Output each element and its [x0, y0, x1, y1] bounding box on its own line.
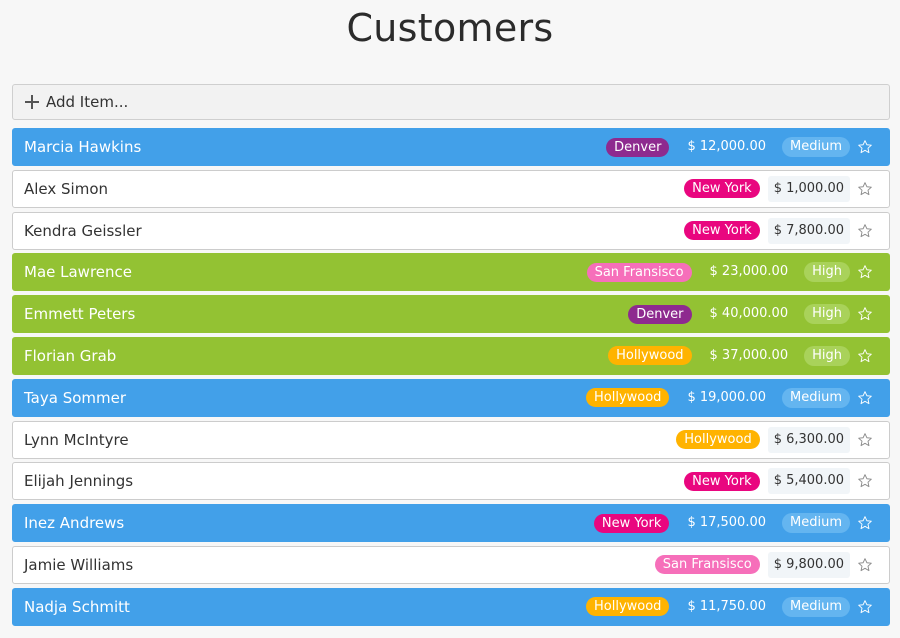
amount-value: $ 40,000.00 [709, 306, 789, 322]
add-item-button[interactable]: Add Item... [12, 84, 890, 120]
amount-value: $ 7,800.00 [767, 217, 850, 244]
star-icon[interactable] [857, 432, 873, 448]
city-badge: New York [593, 513, 670, 533]
star-icon[interactable] [857, 139, 873, 155]
customer-name: Jamie Williams [24, 555, 134, 574]
customer-name: Marcia Hawkins [24, 138, 142, 156]
amount-value: $ 6,300.00 [767, 426, 850, 453]
customer-name: Alex Simon [24, 179, 109, 198]
star-icon[interactable] [857, 390, 873, 406]
priority-badge: High [804, 304, 850, 325]
customer-name: Taya Sommer [24, 388, 127, 407]
city-badge: New York [684, 221, 760, 241]
customer-row[interactable]: Florian Grab Hollywood $ 37,000.00 High [12, 336, 890, 375]
customer-row[interactable]: Alex Simon New York $ 1,000.00 [12, 169, 890, 208]
customer-row[interactable]: Nadja Schmitt Hollywood $ 11,750.00 Medium [12, 587, 890, 626]
city-badge: Denver [606, 137, 670, 157]
customer-row[interactable]: Elijah Jennings New York $ 5,400.00 [12, 462, 890, 501]
amount-value: $ 5,400.00 [767, 468, 850, 495]
customer-name: Florian Grab [24, 346, 117, 365]
amount-value: $ 17,500.00 [687, 515, 767, 531]
amount-value: $ 12,000.00 [687, 139, 767, 154]
customer-list: Marcia Hawkins Denver $ 12,000.00 Medium Ale… [12, 128, 890, 630]
star-icon[interactable] [857, 473, 873, 489]
star-icon[interactable] [857, 557, 873, 573]
customer-row[interactable]: Lynn McIntyre Hollywood $ 6,300.00 [12, 420, 890, 459]
star-icon[interactable] [857, 599, 873, 615]
customer-name: Nadja Schmitt [24, 597, 130, 616]
city-badge: Hollywood [608, 346, 692, 366]
priority-badge: Medium [782, 596, 850, 617]
amount-value: $ 19,000.00 [687, 389, 767, 405]
star-icon[interactable] [857, 264, 873, 280]
add-item-label: Add Item... [46, 93, 129, 111]
city-badge: San Fransisco [586, 262, 692, 282]
customer-name: Emmett Peters [24, 305, 136, 324]
page-title: Customers [346, 6, 554, 50]
amount-value: $ 9,800.00 [767, 551, 850, 578]
customer-row[interactable]: Jamie Williams San Fransisco $ 9,800.00 [12, 545, 890, 584]
city-badge: Hollywood [586, 388, 670, 408]
star-icon[interactable] [857, 223, 873, 239]
customer-name: Elijah Jennings [24, 472, 134, 491]
priority-badge: Medium [782, 387, 850, 408]
star-icon[interactable] [857, 306, 873, 322]
customer-name: Mae Lawrence [24, 263, 132, 282]
priority-badge: Medium [782, 137, 850, 157]
city-badge: New York [684, 179, 760, 199]
customer-row[interactable]: Mae Lawrence San Fransisco $ 23,000.00 High [12, 253, 890, 292]
priority-badge: High [804, 262, 850, 283]
star-icon[interactable] [857, 181, 873, 197]
customer-name: Kendra Geissler [24, 221, 142, 240]
priority-badge: Medium [782, 513, 850, 534]
customer-name: Inez Andrews [24, 514, 125, 533]
city-badge: New York [684, 471, 760, 491]
customer-row[interactable]: Marcia Hawkins Denver $ 12,000.00 Medium [12, 128, 890, 166]
customer-row[interactable]: Kendra Geissler New York $ 7,800.00 [12, 211, 890, 250]
priority-badge: High [804, 345, 850, 366]
city-badge: Denver [628, 304, 692, 324]
customer-name: Lynn McIntyre [24, 430, 129, 449]
city-badge: Hollywood [676, 430, 760, 450]
customer-row[interactable]: Emmett Peters Denver $ 40,000.00 High [12, 295, 890, 334]
city-badge: San Fransisco [654, 555, 760, 575]
customer-row[interactable]: Inez Andrews New York $ 17,500.00 Medium [12, 504, 890, 543]
amount-value: $ 23,000.00 [709, 264, 789, 280]
star-icon[interactable] [857, 348, 873, 364]
amount-value: $ 11,750.00 [687, 598, 767, 614]
city-badge: Hollywood [586, 597, 670, 617]
star-icon[interactable] [857, 515, 873, 531]
plus-icon [25, 95, 39, 109]
amount-value: $ 37,000.00 [709, 347, 789, 363]
amount-value: $ 1,000.00 [767, 175, 850, 202]
customer-row[interactable]: Taya Sommer Hollywood $ 19,000.00 Medium [12, 378, 890, 417]
